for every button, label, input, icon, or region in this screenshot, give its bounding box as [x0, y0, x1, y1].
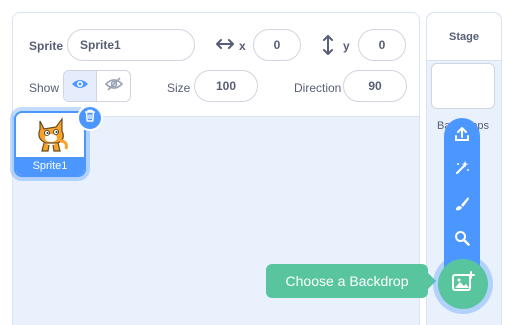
direction-input[interactable]: 90 [343, 70, 407, 102]
backdrop-add-icon [451, 270, 475, 298]
x-arrows-icon [216, 37, 234, 56]
y-arrows-icon [321, 35, 335, 60]
show-hidden-button[interactable] [97, 71, 130, 101]
choose-backdrop-button[interactable] [438, 259, 488, 309]
choose-backdrop-tooltip: Choose a Backdrop [266, 264, 436, 298]
upload-icon [454, 126, 470, 147]
y-input[interactable]: 0 [358, 29, 406, 61]
search-icon [454, 230, 470, 251]
sprite-tile-label: Sprite1 [16, 157, 84, 175]
direction-label: Direction [294, 81, 342, 95]
x-input[interactable]: 0 [253, 29, 301, 61]
cat-sprite-icon [32, 115, 70, 160]
size-input[interactable]: 100 [194, 70, 258, 102]
show-visible-button[interactable] [64, 71, 98, 101]
y-label: y [343, 39, 350, 53]
surprise-icon [454, 160, 470, 181]
eye-icon [71, 77, 89, 95]
size-label: Size [167, 81, 191, 95]
stage-title: Stage [427, 13, 501, 61]
stage-thumbnail[interactable] [431, 63, 495, 109]
paint-backdrop-button[interactable] [452, 196, 472, 216]
search-backdrop-button[interactable] [452, 230, 472, 250]
delete-sprite-button[interactable] [77, 105, 103, 131]
upload-backdrop-button[interactable] [452, 126, 472, 146]
sprite-name-input[interactable]: Sprite1 [67, 29, 195, 61]
sprite-tile[interactable]: Sprite1 [14, 111, 86, 177]
show-label: Show [29, 81, 60, 95]
visibility-toggle [63, 70, 131, 102]
paint-icon [454, 196, 470, 217]
sprite-label: Sprite [29, 39, 64, 53]
eye-slash-icon [104, 76, 123, 96]
x-label: x [239, 39, 246, 53]
trash-icon [84, 109, 96, 127]
surprise-backdrop-button[interactable] [452, 160, 472, 180]
sprite-info: Sprite Sprite1 x 0 y 0 Show Size 100 Dir… [13, 13, 419, 117]
